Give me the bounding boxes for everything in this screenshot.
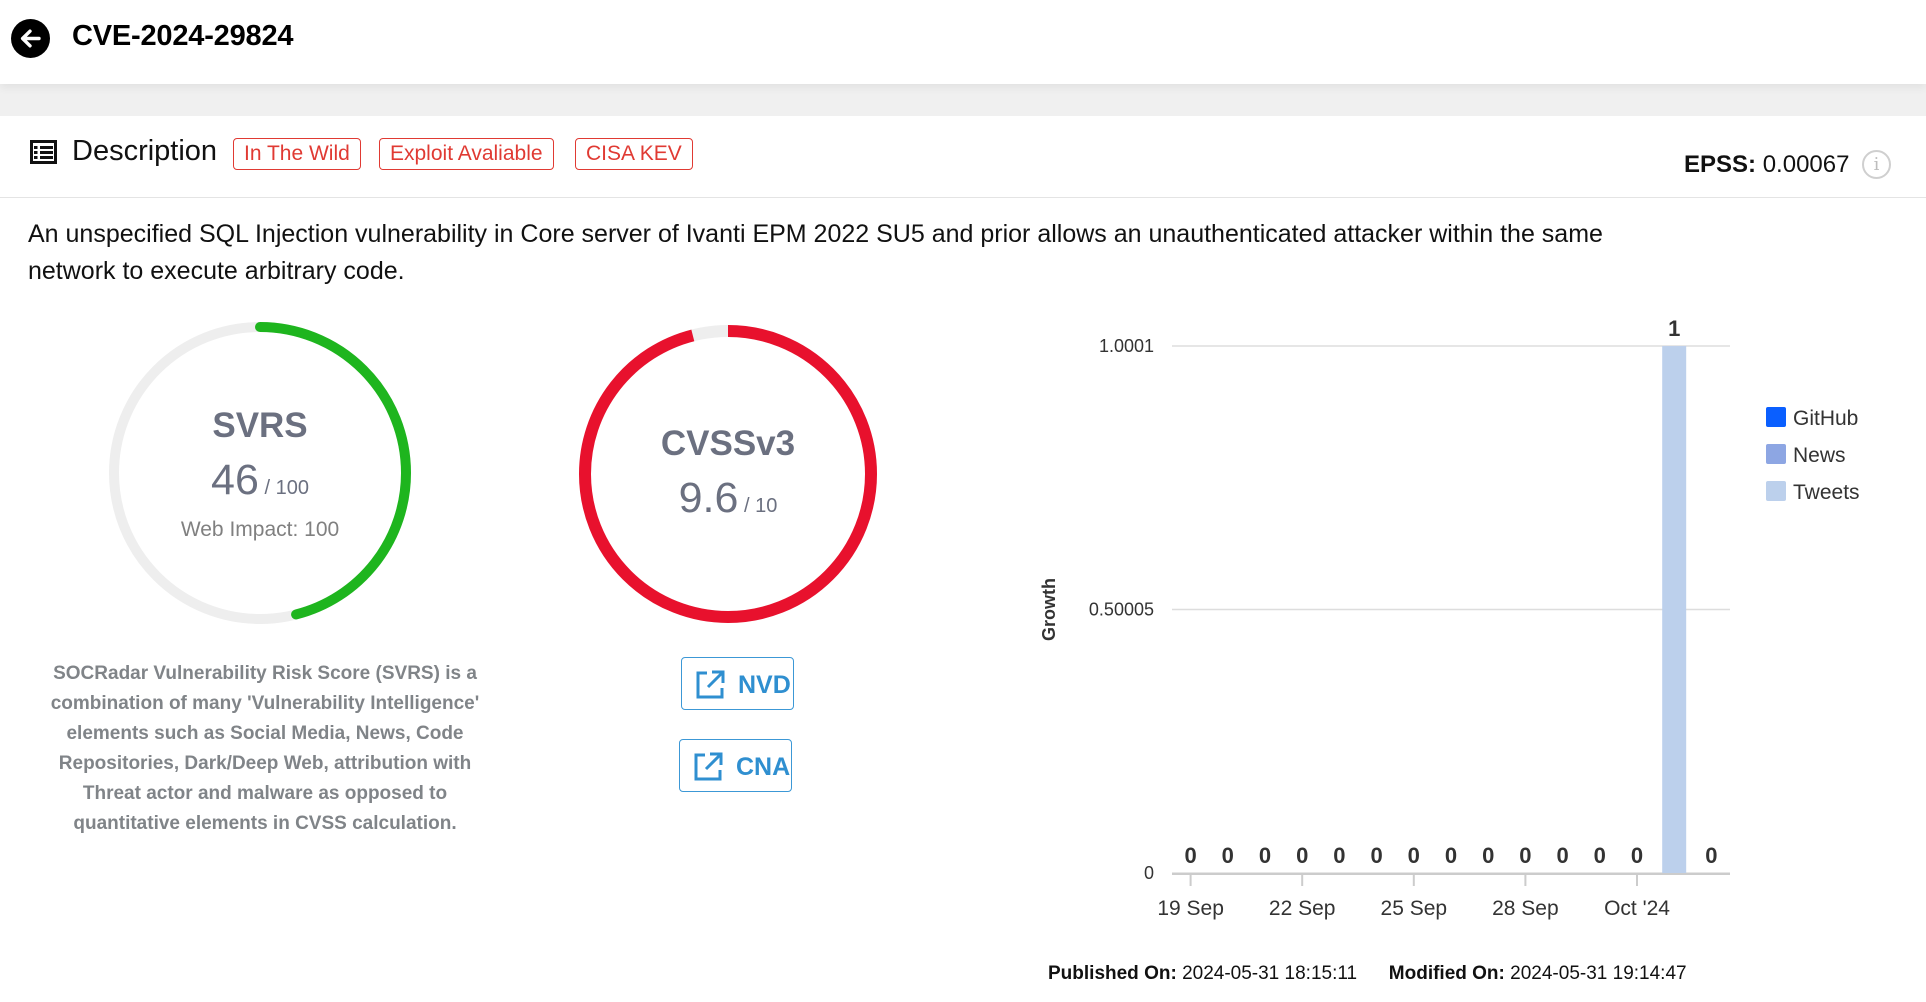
- data-label: 1: [1668, 316, 1680, 341]
- x-tick-label: Oct '24: [1604, 897, 1670, 920]
- published-value: 2024-05-31 18:15:11: [1182, 963, 1358, 984]
- top-bar: CVE-2024-29824: [0, 0, 1926, 84]
- published-label: Published On:: [1048, 963, 1177, 984]
- legend-swatch: [1766, 481, 1786, 501]
- publish-dates: Published On: 2024-05-31 18:15:11 Modifi…: [1048, 963, 1687, 985]
- data-label: 0: [1482, 843, 1494, 868]
- description-text: An unspecified SQL Injection vulnerabili…: [28, 220, 1603, 285]
- y-tick-label: 1.0001: [1099, 336, 1154, 356]
- y-axis-title: Growth: [1039, 578, 1059, 641]
- legend-label: Tweets: [1793, 481, 1860, 504]
- x-tick-label: 28 Sep: [1492, 897, 1559, 920]
- data-label: 0: [1222, 843, 1234, 868]
- modified-value: 2024-05-31 19:14:47: [1510, 963, 1687, 984]
- tag-in-the-wild: In The Wild: [233, 138, 361, 170]
- x-tick-label: 22 Sep: [1269, 897, 1336, 920]
- data-label: 0: [1296, 843, 1308, 868]
- cvss-gauge: CVSSv3 9.6 / 10: [572, 318, 884, 630]
- data-label: 0: [1519, 843, 1531, 868]
- data-label: 0: [1556, 843, 1568, 868]
- panel-header: Description In The Wild Exploit Avaliabl…: [0, 116, 1926, 198]
- info-icon[interactable]: i: [1862, 150, 1891, 179]
- legend-swatch: [1766, 444, 1786, 464]
- cna-label: CNA: [736, 753, 791, 781]
- data-label: 0: [1445, 843, 1457, 868]
- legend-label: News: [1793, 444, 1846, 467]
- list-icon: [30, 140, 57, 164]
- tag-exploit-available: Exploit Avaliable: [379, 138, 554, 170]
- cvss-score-max: / 10: [743, 495, 778, 517]
- svrs-note: SOCRadar Vulnerability Risk Score (SVRS)…: [50, 663, 480, 834]
- cvss-label: CVSSv3: [660, 424, 796, 463]
- cvss-score-value: 9.6: [678, 474, 739, 522]
- nvd-link-button[interactable]: NVD: [681, 657, 794, 710]
- bar-tweets: [1662, 346, 1687, 873]
- page-title: CVE-2024-29824: [72, 20, 294, 52]
- modified-label: Modified On:: [1388, 963, 1505, 984]
- data-label: 0: [1631, 843, 1643, 868]
- svrs-label: SVRS: [212, 406, 308, 445]
- x-tick-label: 25 Sep: [1381, 897, 1448, 920]
- divider: [0, 84, 1926, 116]
- cna-link-button[interactable]: CNA: [679, 739, 792, 792]
- legend-label: GitHub: [1793, 407, 1859, 430]
- data-label: 0: [1333, 843, 1345, 868]
- svrs-score-value: 46: [211, 456, 259, 504]
- data-label: 0: [1184, 843, 1196, 868]
- data-label: 0: [1370, 843, 1382, 868]
- svrs-score-max: / 100: [264, 477, 309, 499]
- epss-value: 0.00067: [1762, 151, 1850, 178]
- y-tick-label: 0: [1144, 863, 1154, 883]
- x-tick-label: 19 Sep: [1157, 897, 1224, 920]
- data-label: 0: [1594, 843, 1606, 868]
- web-impact: Web Impact: 100: [180, 518, 340, 541]
- section-title: Description: [72, 135, 218, 167]
- nvd-label: NVD: [738, 671, 791, 699]
- epss-score: EPSS: 0.00067: [1684, 151, 1849, 179]
- legend-swatch: [1766, 407, 1786, 427]
- external-link-icon: [696, 670, 725, 699]
- svrs-score: 46 / 100: [105, 456, 415, 505]
- data-label: 0: [1259, 843, 1271, 868]
- cvss-score: 9.6 / 10: [572, 474, 884, 523]
- tag-cisa-kev: CISA KEV: [575, 138, 693, 170]
- arrow-left-icon[interactable]: [11, 19, 50, 58]
- data-label: 0: [1705, 843, 1717, 868]
- data-label: 0: [1408, 843, 1420, 868]
- epss-label: EPSS:: [1684, 151, 1757, 178]
- external-link-icon: [694, 752, 723, 781]
- y-tick-label: 0.50005: [1089, 600, 1154, 620]
- svrs-gauge: SVRS 46 / 100 Web Impact: 100: [105, 318, 415, 628]
